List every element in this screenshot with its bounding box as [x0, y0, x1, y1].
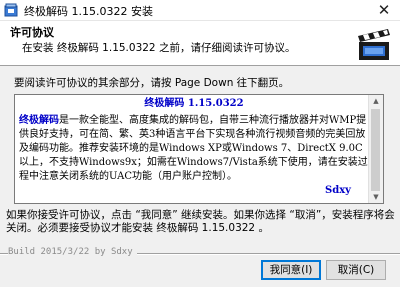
- window-title: 终极解码 1.15.0322 安装: [24, 5, 153, 18]
- license-title: 终极解码 1.15.0322: [144, 98, 244, 109]
- vertical-scrollbar[interactable]: ▲ ▼: [368, 95, 383, 203]
- cancel-button[interactable]: 取消(C): [326, 260, 386, 280]
- film-clapper-icon: [358, 29, 390, 60]
- license-paragraph: 终极解码是一款全能型、高度集成的解码包，自带三种流行播放器并对WMP提供良好支持…: [19, 114, 369, 184]
- license-content: 终极解码 1.15.0322 终极解码是一款全能型、高度集成的解码包，自带三种流…: [19, 97, 369, 198]
- footer-divider: Build 2015/3/22 by Sdxy: [0, 247, 400, 259]
- scroll-down-arrow-icon[interactable]: ▼: [371, 192, 381, 202]
- license-brand: 终极解码: [19, 115, 59, 126]
- page-title: 许可协议: [10, 26, 54, 39]
- license-signature: Sdxy: [325, 185, 351, 196]
- accept-instructions: 如果你接受许可协议，点击 “我同意” 继续安装。如果你选择 “取消”，安装程序将…: [6, 209, 395, 234]
- close-button[interactable]: ✕: [374, 1, 394, 19]
- header-panel: 许可协议 在安装 终极解码 1.15.0322 之前，请仔细阅读许可协议。: [0, 21, 400, 66]
- close-icon: ✕: [377, 1, 391, 19]
- license-text-box[interactable]: 终极解码 1.15.0322 终极解码是一款全能型、高度集成的解码包，自带三种流…: [14, 94, 384, 204]
- scroll-up-arrow-icon[interactable]: ▲: [371, 96, 381, 106]
- agree-button[interactable]: 我同意(I): [261, 260, 321, 280]
- scrollbar-thumb[interactable]: [371, 109, 380, 191]
- installer-app-icon: [4, 3, 18, 17]
- build-branding: Build 2015/3/22 by Sdxy: [8, 247, 137, 257]
- license-body: 是一款全能型、高度集成的解码包，自带三种流行播放器并对WMP提供良好支持，可在简…: [19, 115, 368, 182]
- title-bar: 终极解码 1.15.0322 安装 ✕: [0, 0, 400, 21]
- page-subtitle: 在安装 终极解码 1.15.0322 之前，请仔细阅读许可协议。: [22, 42, 296, 54]
- reading-prompt: 要阅读许可协议的其余部分，请按 Page Down 往下翻页。: [14, 77, 290, 89]
